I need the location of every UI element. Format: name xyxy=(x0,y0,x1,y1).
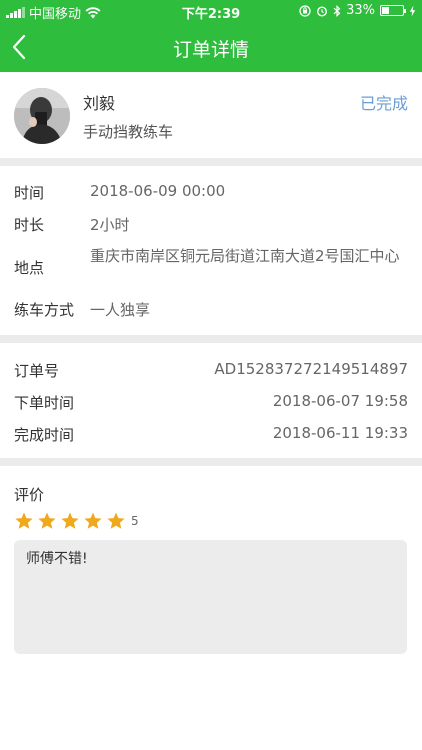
status-right: 33% xyxy=(299,3,416,18)
review-label: 评价 xyxy=(14,486,45,504)
vehicle-type: 手动挡教练车 xyxy=(83,123,174,141)
order-number-value: AD152837272149514897 xyxy=(214,360,408,378)
bluetooth-icon xyxy=(333,4,341,17)
duration-label: 时长 xyxy=(14,216,45,234)
battery-percent: 33% xyxy=(346,3,375,18)
star-icon xyxy=(61,512,79,529)
star-icon xyxy=(38,512,56,529)
status-bar: 中国移动 下午2:39 33% xyxy=(0,0,422,22)
orientation-lock-icon xyxy=(299,4,311,17)
location-value: 重庆市南岸区铜元局街道江南大道2号国汇中心 xyxy=(90,247,400,265)
order-status: 已完成 xyxy=(359,94,408,113)
star-icon xyxy=(107,512,125,529)
section-divider xyxy=(0,335,422,343)
review-comment: 师傅不错! xyxy=(14,540,407,654)
charging-icon xyxy=(409,5,416,16)
alarm-icon xyxy=(317,5,328,17)
time-label: 时间 xyxy=(14,184,45,202)
mode-value: 一人独享 xyxy=(90,301,151,319)
review-comment-text: 师傅不错! xyxy=(26,551,88,567)
mode-label: 练车方式 xyxy=(14,301,75,319)
star-rating xyxy=(14,511,126,531)
coach-photo xyxy=(14,88,70,144)
navigation-bar: 订单详情 xyxy=(0,22,422,72)
order-placed-label: 下单时间 xyxy=(14,394,75,412)
section-divider xyxy=(0,458,422,466)
battery-icon xyxy=(380,5,406,16)
rating-number: 5 xyxy=(131,514,139,528)
page-title: 订单详情 xyxy=(172,39,249,61)
order-placed-value: 2018-06-07 19:58 xyxy=(272,392,408,410)
star-icon xyxy=(84,512,102,529)
location-label: 地点 xyxy=(14,259,45,277)
order-completed-value: 2018-06-11 19:33 xyxy=(272,424,408,442)
time-value: 2018-06-09 00:00 xyxy=(90,182,226,200)
star-icon xyxy=(15,512,33,529)
duration-value: 2小时 xyxy=(90,216,130,234)
coach-name: 刘毅 xyxy=(83,94,116,113)
avatar xyxy=(14,88,70,144)
order-number-label: 订单号 xyxy=(14,362,60,380)
section-divider xyxy=(0,158,422,166)
coach-card: 刘毅 手动挡教练车 已完成 xyxy=(0,72,422,158)
order-completed-label: 完成时间 xyxy=(14,426,75,444)
